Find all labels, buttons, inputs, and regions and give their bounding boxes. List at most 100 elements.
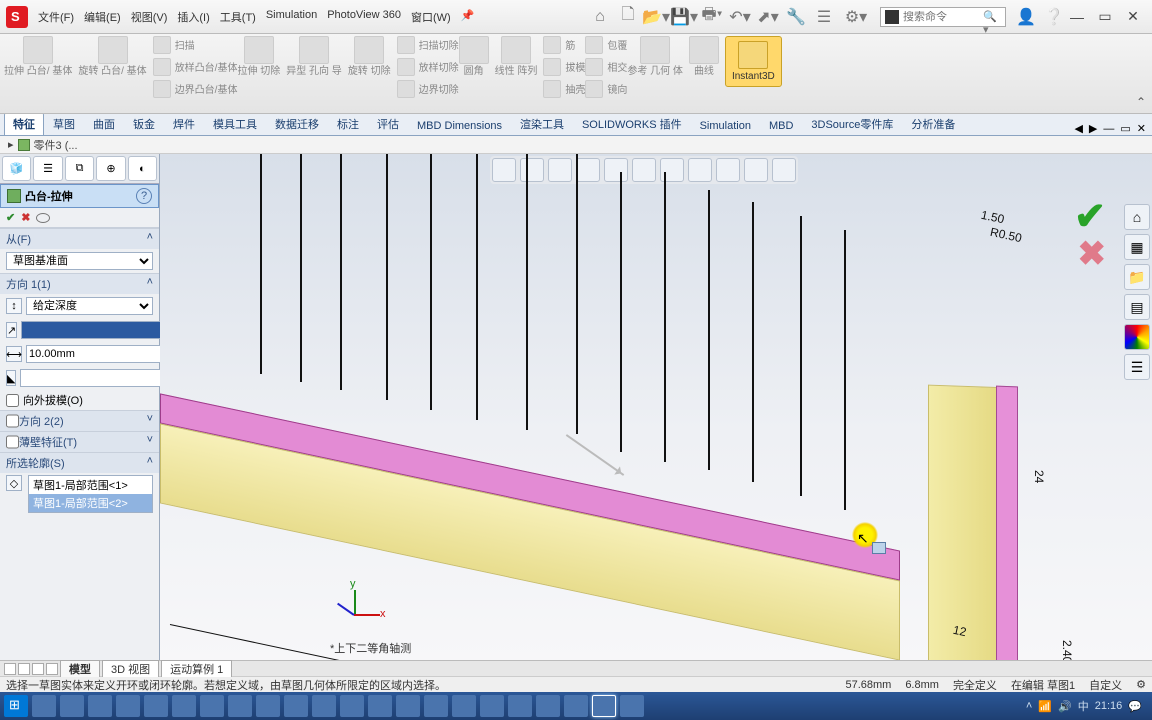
bottom-tab-3dview[interactable]: 3D 视图 [102, 660, 159, 677]
rib-loft[interactable]: 放样凸台/基体 [153, 58, 238, 78]
home-icon[interactable]: ⌂ [586, 3, 614, 31]
tab-addins[interactable]: SOLIDWORKS 插件 [573, 112, 691, 135]
open-icon[interactable]: 📂▾ [642, 3, 670, 31]
list-item[interactable]: 草图1-局部范围<2> [29, 494, 152, 512]
pm-depth-input[interactable] [26, 345, 174, 363]
rib-shell[interactable]: 抽壳 [543, 80, 585, 100]
print-icon[interactable]: 🖶▾ [698, 3, 726, 31]
pm-cancel-button[interactable]: ✖ [21, 211, 30, 224]
pm-dir-vector[interactable] [21, 321, 169, 339]
task-app-icon[interactable] [396, 695, 420, 717]
pm-help-icon[interactable]: ? [136, 188, 152, 204]
menu-window[interactable]: 窗口(W) [407, 7, 455, 27]
status-unitsys[interactable]: 自定义 [1089, 677, 1122, 693]
draft-icon[interactable]: ◣ [6, 370, 16, 386]
select-icon[interactable]: ⬈▾ [754, 3, 782, 31]
task-app-icon[interactable] [172, 695, 196, 717]
dir-arrow-icon[interactable]: ↗ [6, 322, 17, 338]
tab-mold[interactable]: 模具工具 [204, 112, 266, 135]
task-app-icon[interactable] [144, 695, 168, 717]
task-app-icon[interactable] [256, 695, 280, 717]
ribbon-collapse-icon[interactable]: ⌃ [1136, 95, 1146, 109]
resources-icon[interactable]: ▦ [1124, 234, 1150, 260]
task-app-icon[interactable] [452, 695, 476, 717]
tab-analysis[interactable]: 分析准备 [902, 112, 964, 135]
tray-expand-icon[interactable]: ˄ [1026, 700, 1032, 712]
new-doc-icon[interactable]: 🗋 [614, 3, 642, 31]
tab-sketch[interactable]: 草图 [44, 112, 84, 135]
tab-render[interactable]: 渲染工具 [511, 112, 573, 135]
rib-sweep[interactable]: 扫描 [153, 36, 238, 56]
task-app-icon[interactable] [284, 695, 308, 717]
rib-boundary-cut[interactable]: 边界切除 [397, 80, 459, 100]
rib-revolve-boss[interactable]: 旋转 凸台/ 基体 [78, 36, 146, 77]
fm-tab-tree[interactable]: 🧊 [2, 156, 31, 181]
dim-rad[interactable]: R0.50 [989, 225, 1023, 245]
tab-3dsource[interactable]: 3DSource零件库 [802, 112, 902, 135]
help-icon[interactable]: ❔ [1040, 3, 1068, 31]
fm-tab-display[interactable]: ◐ [128, 156, 157, 181]
custom-props-icon[interactable]: ☰ [1124, 354, 1150, 380]
rib-intersect[interactable]: 相交 [585, 58, 627, 78]
tab-surface[interactable]: 曲面 [84, 112, 124, 135]
task-app-icon[interactable] [200, 695, 224, 717]
doc-next-icon[interactable]: ▶ [1089, 122, 1097, 135]
bot-nav-next-icon[interactable] [32, 663, 44, 675]
task-app-icon[interactable] [340, 695, 364, 717]
rib-extrude-cut[interactable]: 拉伸 切除 [237, 36, 280, 77]
start-button[interactable] [4, 695, 28, 717]
task-edge-icon[interactable] [32, 695, 56, 717]
dim-height[interactable]: 24 [1032, 470, 1046, 483]
menu-edit[interactable]: 编辑(E) [80, 7, 125, 27]
tab-mbd[interactable]: MBD [760, 116, 802, 135]
settings-gear-icon[interactable]: ⚙▾ [838, 3, 874, 31]
doc-close-icon[interactable]: ✕ [1137, 122, 1146, 135]
save-icon[interactable]: 💾▾ [670, 3, 698, 31]
tray-notifications-icon[interactable]: 💬 [1128, 700, 1142, 713]
fm-tab-config[interactable]: ⧉ [65, 156, 94, 181]
pm-ok-button[interactable]: ✔ [6, 211, 15, 224]
rib-revolve-cut[interactable]: 旋转 切除 [348, 36, 391, 77]
menu-view[interactable]: 视图(V) [127, 7, 172, 27]
tab-annotate[interactable]: 标注 [328, 112, 368, 135]
fm-tab-dim[interactable]: ⊕ [96, 156, 125, 181]
task-search-icon[interactable] [60, 695, 84, 717]
undo-icon[interactable]: ↶▾ [726, 3, 754, 31]
task-app-icon[interactable] [368, 695, 392, 717]
rib-refgeom[interactable]: 参考 几何 体 [627, 36, 683, 77]
rib-fillet[interactable]: 圆角 [459, 36, 489, 77]
pm-preview-icon[interactable] [36, 213, 50, 223]
tray-ime-icon[interactable]: 中 [1078, 698, 1089, 714]
tray-volume-icon[interactable]: 🔊 [1058, 700, 1072, 713]
tab-sheetmetal[interactable]: 钣金 [124, 112, 164, 135]
rib-wrap[interactable]: 包覆 [585, 36, 627, 56]
doc-max-icon[interactable]: ▭ [1120, 122, 1130, 135]
rib-rib[interactable]: 筋 [543, 36, 585, 56]
reverse-dir-icon[interactable]: ↕ [6, 298, 22, 314]
pm-draft-outward[interactable] [6, 394, 19, 407]
pm-contour-list[interactable]: 草图1-局部范围<1> 草图1-局部范围<2> [28, 475, 153, 513]
library-icon[interactable]: 📁 [1124, 264, 1150, 290]
fm-tab-pm[interactable]: ☰ [33, 156, 62, 181]
instant3d-button[interactable]: Instant3D [725, 36, 782, 87]
doc-prev-icon[interactable]: ◀ [1074, 122, 1082, 135]
tab-simulation[interactable]: Simulation [691, 116, 760, 135]
pm-thin-check[interactable] [6, 434, 19, 450]
tab-evaluate[interactable]: 评估 [368, 112, 408, 135]
task-app-icon[interactable] [312, 695, 336, 717]
tab-weldment[interactable]: 焊件 [164, 112, 204, 135]
task-app-icon[interactable] [228, 695, 252, 717]
search-icon[interactable]: 🔍▾ [983, 10, 997, 24]
chevron-down-icon[interactable]: ˅ [147, 434, 153, 450]
menu-insert[interactable]: 插入(I) [173, 7, 213, 27]
home-pane-icon[interactable]: ⌂ [1124, 204, 1150, 230]
viewport-3d[interactable]: ✔ ✖ ⌂ ▦ 📁 ▤ ☰ [160, 154, 1152, 660]
appearances-icon[interactable] [1124, 324, 1150, 350]
part-name[interactable]: 零件3 (... [34, 137, 78, 153]
chevron-up-icon[interactable]: ˄ [147, 231, 153, 247]
tab-features[interactable]: 特征 [4, 112, 44, 135]
tab-mbddim[interactable]: MBD Dimensions [408, 116, 511, 135]
menu-file[interactable]: 文件(F) [34, 7, 78, 27]
rib-draft[interactable]: 拔模 [543, 58, 585, 78]
view-triad[interactable]: xy [338, 584, 378, 624]
